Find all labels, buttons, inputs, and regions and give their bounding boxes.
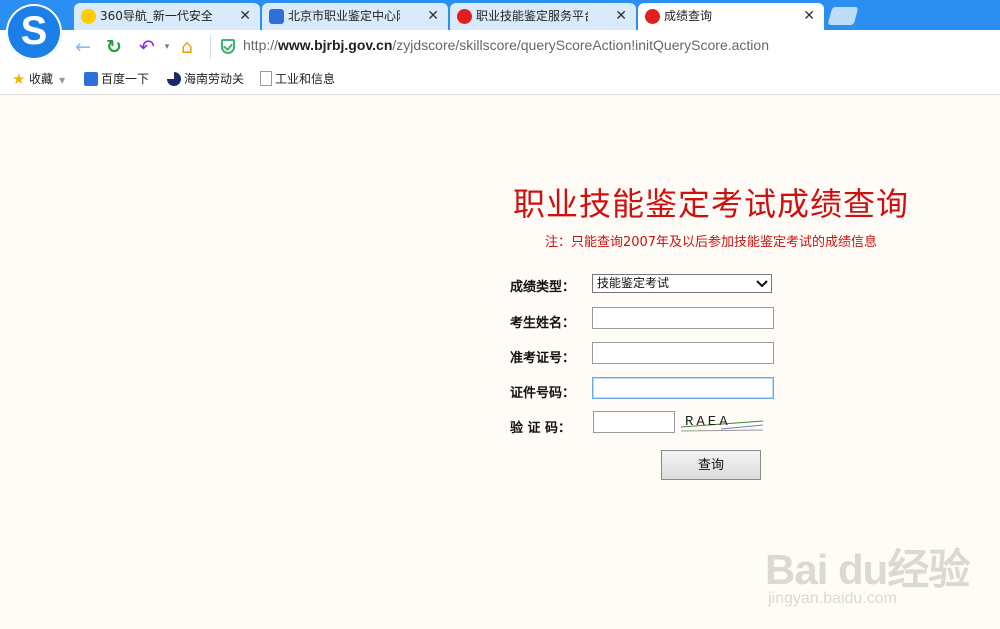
tab-red-site-icon (457, 9, 472, 24)
tab-label: 360导航_新一代安全上网 (100, 9, 212, 23)
shield-icon (221, 39, 235, 54)
page-content: 职业技能鉴定考试成绩查询 注：只能查询2007年及以后参加技能鉴定考试的成绩信息… (0, 95, 1000, 629)
tab-360-nav[interactable]: 360导航_新一代安全上网 ✕ (74, 3, 260, 30)
tab-bjrbj[interactable]: 北京市职业鉴定中心网上 ✕ (262, 3, 448, 30)
undo-close-icon[interactable]: ↶ (136, 36, 158, 58)
tab-label: 成绩查询 (664, 9, 713, 23)
tab-close-icon[interactable]: ✕ (803, 3, 815, 30)
pie-icon (167, 71, 181, 86)
id-number-label: 证件号码： (510, 386, 576, 401)
tab-close-icon[interactable]: ✕ (239, 3, 251, 30)
tab-score-query[interactable]: 成绩查询 ✕ (638, 3, 824, 30)
tab-red-site-icon (645, 9, 660, 24)
bookmark-favorites[interactable]: ★ 收藏 ▼ (12, 70, 65, 90)
tab-label: 职业技能鉴定服务平台 (476, 9, 588, 23)
baidu-paw-icon (84, 71, 98, 86)
tab-close-icon[interactable]: ✕ (427, 3, 439, 30)
bookmark-baidu[interactable]: 百度一下 (84, 70, 149, 90)
navigation-bar: ← ↻ ↶ ▾ ⌂ http://www.bjrbj.gov.cn/zyjdsc… (0, 30, 1000, 64)
chevron-down-icon: ▼ (59, 76, 66, 85)
undo-dropdown-chevron-icon[interactable]: ▾ (156, 36, 178, 58)
page-note: 注：只能查询2007年及以后参加技能鉴定考试的成绩信息 (544, 235, 878, 250)
new-tab-button[interactable] (827, 7, 859, 25)
bookmark-miit[interactable]: 工业和信息 (260, 70, 335, 90)
star-icon: ★ (12, 69, 26, 88)
page-icon (260, 71, 272, 86)
score-type-select[interactable]: 技能鉴定考试 (592, 274, 772, 293)
watermark-url: jingyan.baidu.com (768, 590, 897, 607)
home-icon[interactable]: ⌂ (176, 36, 198, 58)
refresh-icon[interactable]: ↻ (103, 36, 125, 58)
captcha-label: 验 证 码： (510, 421, 572, 436)
tab-strip: 360导航_新一代安全上网 ✕ 北京市职业鉴定中心网上 ✕ 职业技能鉴定服务平台… (0, 0, 1000, 30)
url-text[interactable]: http://www.bjrbj.gov.cn/zyjdscore/skills… (243, 37, 769, 53)
browser-logo-icon[interactable]: S (6, 4, 62, 60)
bookmark-hainan[interactable]: 海南劳动关 (167, 70, 244, 90)
score-type-label: 成绩类型： (510, 280, 576, 295)
tab-label: 北京市职业鉴定中心网上 (288, 9, 400, 23)
baidu-jingyan-watermark: Bai du经验 jingyan.baidu.com (765, 522, 995, 622)
bookmarks-bar: ★ 收藏 ▼ 百度一下 海南劳动关 工业和信息 (0, 64, 1000, 95)
watermark-text: Bai du经验 (765, 546, 970, 593)
captcha-input[interactable] (593, 411, 675, 433)
query-button[interactable]: 查询 (661, 450, 761, 480)
chevron-down-icon (756, 280, 768, 288)
candidate-name-label: 考生姓名： (510, 316, 576, 331)
page-title: 职业技能鉴定考试成绩查询 (512, 185, 909, 223)
address-bar[interactable]: http://www.bjrbj.gov.cn/zyjdscore/skills… (210, 35, 991, 59)
captcha-text: RAEA (685, 414, 731, 430)
admission-ticket-input[interactable] (592, 342, 774, 364)
tab-baidu-paw-icon (269, 9, 284, 24)
tab-skill-platform[interactable]: 职业技能鉴定服务平台 ✕ (450, 3, 636, 30)
candidate-name-input[interactable] (592, 307, 774, 329)
id-number-input[interactable] (592, 377, 774, 399)
tab-360-icon (81, 9, 96, 24)
back-arrow-icon[interactable]: ← (72, 36, 94, 58)
admission-ticket-label: 准考证号： (510, 351, 576, 366)
tab-close-icon[interactable]: ✕ (615, 3, 627, 30)
